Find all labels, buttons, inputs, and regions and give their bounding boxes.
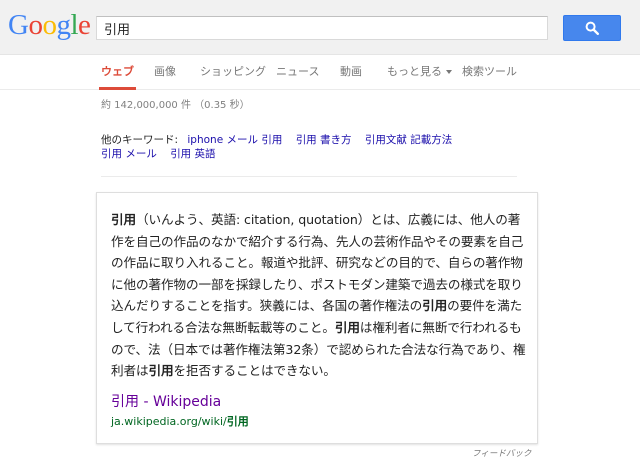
tab-shopping[interactable]: ショッピング <box>200 55 266 89</box>
chevron-down-icon <box>446 70 452 74</box>
search-icon <box>585 21 599 35</box>
highlight-term: 引用 <box>422 298 448 314</box>
related-link[interactable]: 引用 書き方 <box>296 134 352 146</box>
logo-letter: g <box>56 9 71 41</box>
tab-label: 画像 <box>154 65 176 78</box>
card-description: 引用（いんよう、英語: citation, quotation）とは、広義には、… <box>111 209 529 382</box>
google-logo[interactable]: Google <box>8 9 91 41</box>
tab-label: 検索ツール <box>462 65 517 78</box>
related-link[interactable]: iphone メール 引用 <box>187 134 282 146</box>
result-url: ja.wikipedia.org/wiki/引用 <box>111 413 249 429</box>
logo-letter: o <box>42 9 57 41</box>
result-stats: 約 142,000,000 件 （0.35 秒） <box>101 100 250 111</box>
knowledge-card: 引用（いんよう、英語: citation, quotation）とは、広義には、… <box>96 192 538 444</box>
top-bar: Google <box>0 0 640 55</box>
related-link[interactable]: 引用文献 記載方法 <box>365 134 452 146</box>
tab-videos[interactable]: 動画 <box>340 55 362 89</box>
highlight-term: 引用 <box>148 363 174 379</box>
highlight-term: 引用 <box>111 212 136 227</box>
logo-letter: l <box>70 9 79 41</box>
tab-label: ウェブ <box>101 65 134 78</box>
search-input[interactable] <box>97 17 547 39</box>
tab-label: 動画 <box>340 65 362 78</box>
related-searches: 他のキーワード: iphone メール 引用 引用 書き方 引用文献 記載方法 … <box>101 133 521 161</box>
url-prefix: ja.wikipedia.org/wiki/ <box>111 415 227 428</box>
tab-more[interactable]: もっと見る <box>387 55 452 89</box>
related-link[interactable]: 引用 英語 <box>170 148 215 160</box>
url-term: 引用 <box>226 415 249 428</box>
tab-web[interactable]: ウェブ <box>99 55 136 90</box>
logo-letter: o <box>28 9 43 41</box>
wikipedia-link[interactable]: 引用 - Wikipedia <box>111 391 221 411</box>
search-button[interactable] <box>563 15 621 41</box>
description-text: を拒否することはできない。 <box>173 363 336 379</box>
related-label: 他のキーワード: <box>101 134 179 146</box>
tab-images[interactable]: 画像 <box>154 55 176 89</box>
search-box[interactable] <box>96 16 548 40</box>
tab-label: もっと見る <box>387 65 442 78</box>
tab-label: ニュース <box>276 65 320 78</box>
search-tabs: ウェブ 画像 ショッピング ニュース 動画 もっと見る 検索ツール <box>0 55 640 90</box>
divider <box>101 176 517 177</box>
tab-search-tools[interactable]: 検索ツール <box>462 55 517 89</box>
logo-letter: G <box>8 9 29 41</box>
tab-label: ショッピング <box>200 65 266 78</box>
related-link[interactable]: 引用 メール <box>101 148 157 160</box>
feedback-link[interactable]: フィードバック <box>472 447 531 459</box>
logo-letter: e <box>78 9 91 41</box>
tab-news[interactable]: ニュース <box>276 55 319 89</box>
highlight-term: 引用 <box>334 319 360 335</box>
